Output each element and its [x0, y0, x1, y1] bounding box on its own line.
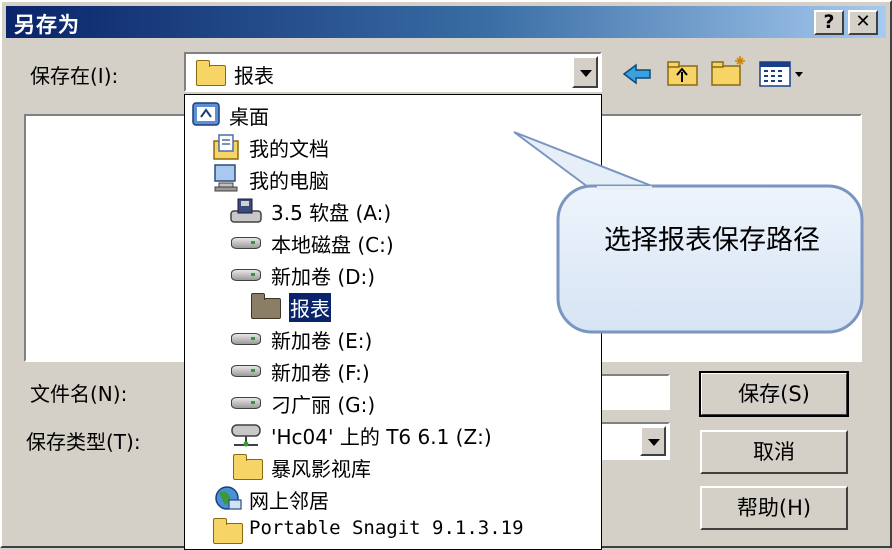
filetype-dropdown-button[interactable] — [640, 426, 666, 456]
network-places-icon — [215, 486, 242, 510]
list-item-label: 本地磁盘 (C:) — [271, 233, 394, 257]
list-item-baofeng-library[interactable]: 暴风影视库 — [185, 451, 599, 481]
list-item-label: 新加卷 (D:) — [271, 265, 376, 289]
view-menu-icon[interactable] — [758, 60, 808, 88]
new-folder-icon[interactable] — [710, 54, 748, 88]
filetype-label: 保存类型(T): — [26, 430, 141, 454]
drive-icon — [231, 365, 261, 377]
list-item-drive-f[interactable]: 新加卷 (F:) — [185, 355, 599, 385]
callout-text: 选择报表保存路径 — [604, 225, 820, 256]
desktop-icon — [192, 102, 220, 126]
list-item-label: 新加卷 (E:) — [271, 329, 373, 353]
chevron-down-icon — [648, 439, 660, 446]
filename-label: 文件名(N): — [30, 382, 128, 406]
save-in-value: 报表 — [234, 64, 274, 88]
title-bar[interactable]: 另存为 ? ✕ — [6, 6, 886, 38]
filename-input[interactable] — [600, 374, 670, 410]
drive-icon — [231, 397, 261, 409]
help-title-button[interactable]: ? — [814, 10, 844, 35]
save-in-dropdown-button[interactable] — [572, 56, 598, 88]
save-in-combobox[interactable]: 报表 — [184, 52, 602, 92]
list-item-network-places[interactable]: 网上邻居 — [185, 483, 599, 513]
folder-icon — [212, 518, 243, 544]
list-item-label: Portable Snagit 9.1.3.19 — [249, 517, 524, 539]
chevron-down-icon — [580, 70, 592, 77]
list-item-label: 'Hc04' 上的 T6 6.1 (Z:) — [271, 425, 492, 449]
list-item-label: 我的电脑 — [249, 169, 329, 193]
close-button[interactable]: ✕ — [848, 10, 878, 35]
back-icon[interactable] — [622, 62, 654, 86]
filetype-select[interactable] — [600, 422, 670, 460]
save-as-dialog: 另存为 ? ✕ 保存在(I): 报表 文件名(N): 保存类型(T): 保存(S… — [0, 0, 892, 550]
list-item-label: 报表 — [288, 292, 332, 323]
open-folder-icon — [250, 293, 281, 319]
floppy-icon — [230, 198, 262, 223]
drive-icon — [231, 237, 261, 249]
list-item-label: 暴风影视库 — [271, 457, 371, 481]
folder-icon — [195, 60, 226, 86]
my-documents-icon — [213, 134, 239, 160]
network-drive-icon — [231, 424, 261, 447]
save-button[interactable]: 保存(S) — [699, 371, 849, 417]
list-item-label: 3.5 软盘 (A:) — [271, 201, 392, 225]
save-in-label: 保存在(I): — [30, 64, 119, 88]
list-item-label: 桌面 — [229, 105, 269, 129]
list-item-label: 我的文档 — [249, 137, 329, 161]
my-computer-icon — [214, 164, 238, 192]
up-folder-icon[interactable] — [666, 58, 700, 88]
dialog-title: 另存为 — [14, 13, 80, 37]
list-item-label: 新加卷 (F:) — [271, 361, 370, 385]
drive-icon — [231, 269, 261, 281]
list-item-label: 刁广丽 (G:) — [271, 393, 376, 417]
list-item-network-drive-z[interactable]: 'Hc04' 上的 T6 6.1 (Z:) — [185, 419, 599, 449]
list-item-drive-g[interactable]: 刁广丽 (G:) — [185, 387, 599, 417]
list-item-label: 网上邻居 — [249, 489, 329, 513]
help-button[interactable]: 帮助(H) — [700, 486, 848, 530]
folder-icon — [232, 454, 263, 480]
cancel-button[interactable]: 取消 — [700, 430, 848, 474]
drive-icon — [231, 333, 261, 345]
list-item-portable-snagit[interactable]: Portable Snagit 9.1.3.19 — [185, 515, 599, 545]
